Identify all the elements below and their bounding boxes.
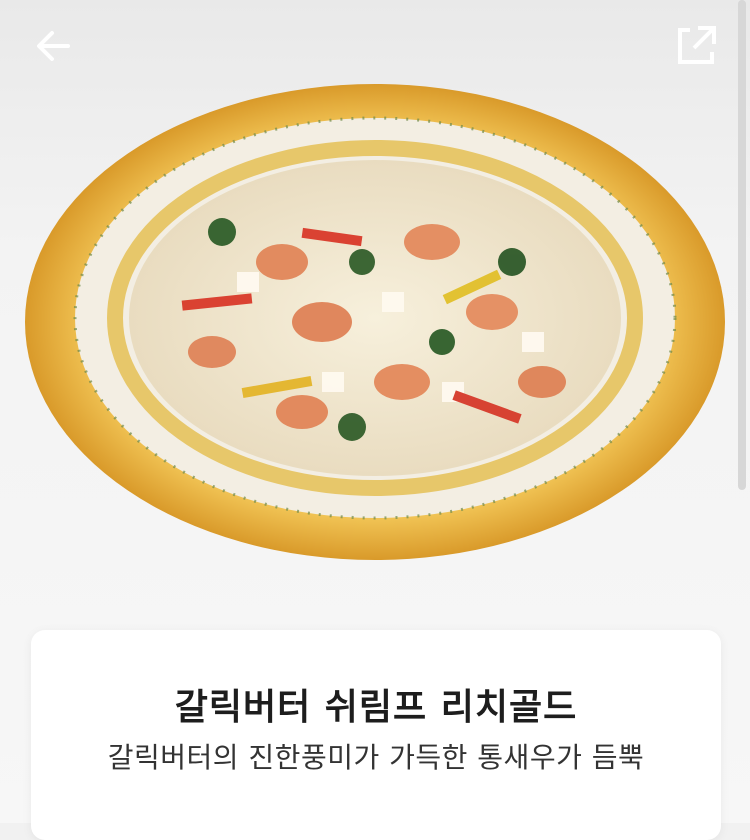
pizza-image (22, 82, 728, 562)
share-external-icon (678, 26, 716, 64)
product-title: 갈릭버터 쉬림프 리치골드 (174, 687, 578, 728)
back-button[interactable] (30, 24, 78, 68)
scrollbar[interactable] (738, 0, 746, 490)
top-bar (0, 0, 750, 90)
product-description: 갈릭버터의 진한풍미가 가득한 통새우가 듬뿍 (107, 741, 645, 774)
product-info-card: 갈릭버터 쉬림프 리치골드 갈릭버터의 진한풍미가 가득한 통새우가 듬뿍 (31, 630, 721, 840)
arrow-left-icon (37, 31, 70, 61)
share-button[interactable] (672, 22, 720, 68)
